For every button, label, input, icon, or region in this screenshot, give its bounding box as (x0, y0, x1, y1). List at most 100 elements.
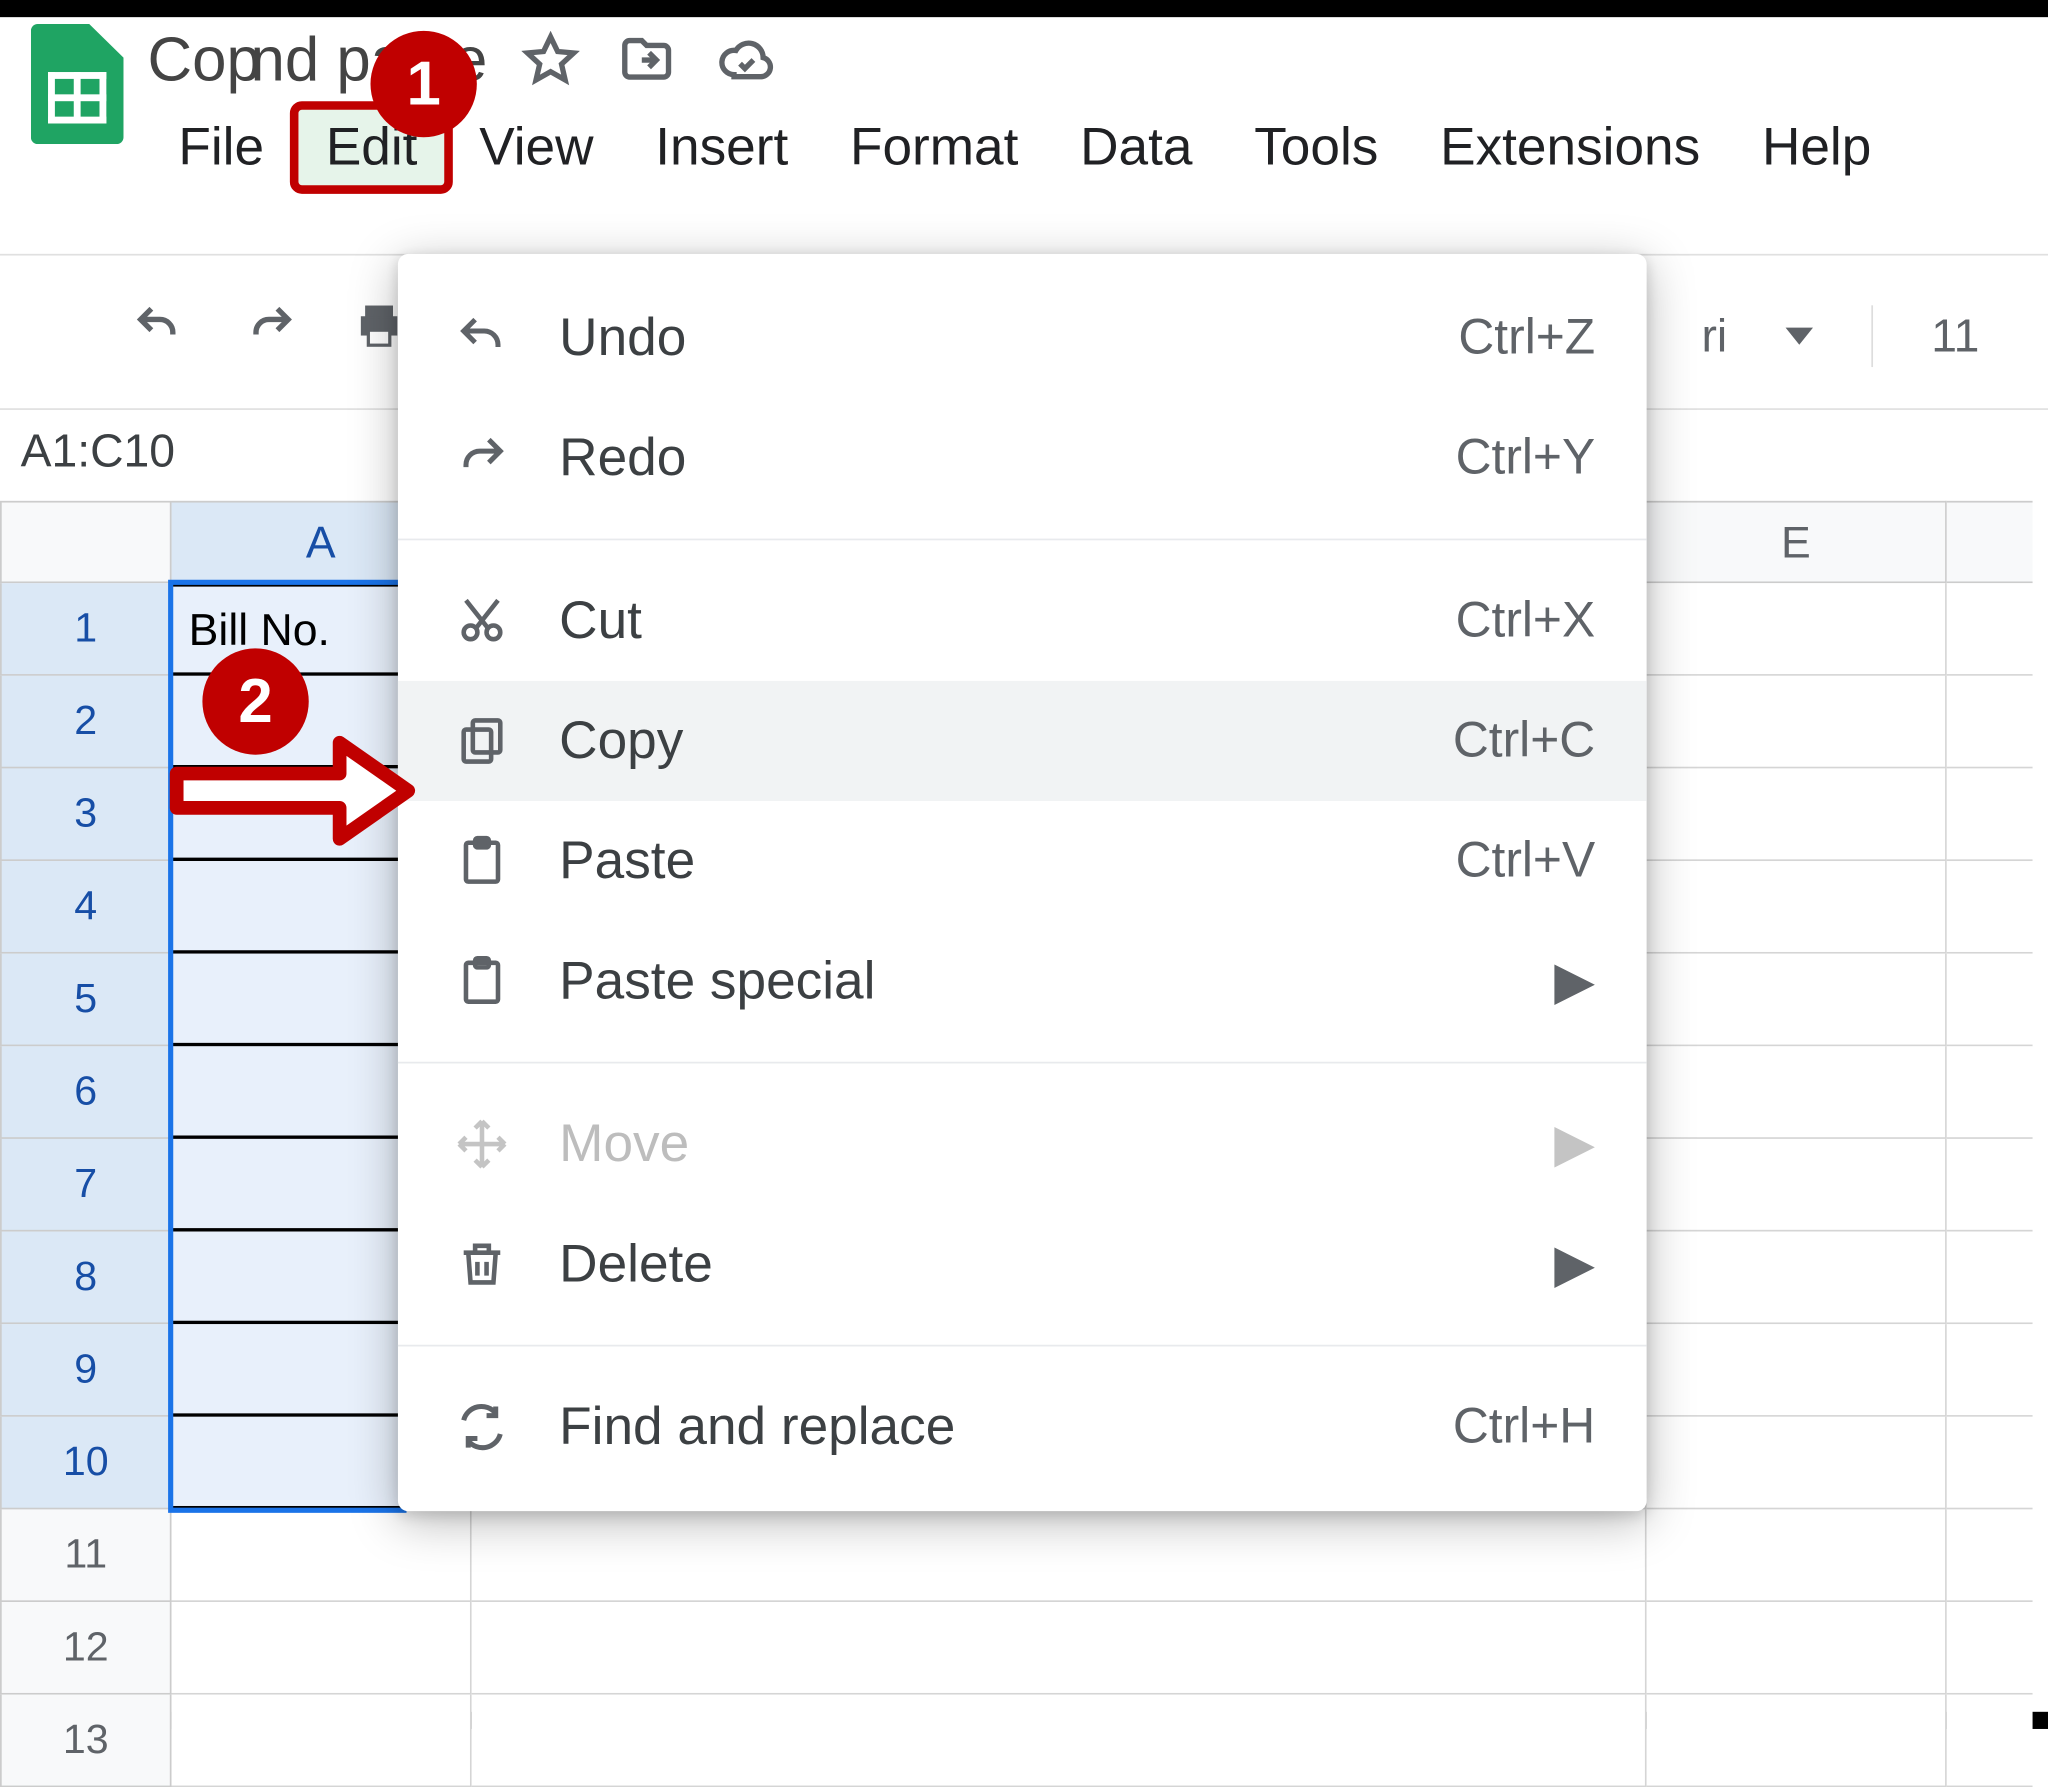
row-header[interactable]: 10 (0, 1417, 172, 1510)
cell[interactable] (1947, 1324, 2033, 1417)
menu-item-label: Move (559, 1113, 1510, 1175)
name-box-input[interactable]: A1:C10 (21, 425, 175, 478)
font-name-fragment[interactable]: ri (1701, 310, 1727, 363)
row-header[interactable]: 4 (0, 861, 172, 954)
menu-item-delete[interactable]: Delete▶ (398, 1204, 1647, 1324)
cut-icon (449, 588, 514, 653)
paste-icon (449, 828, 514, 893)
cell[interactable] (172, 1602, 472, 1695)
menu-item-label: Find and replace (559, 1396, 1408, 1458)
shortcut-label: Ctrl+C (1453, 713, 1595, 770)
row-header[interactable]: 7 (0, 1139, 172, 1232)
row-header[interactable]: 9 (0, 1324, 172, 1417)
callout-2: 2 (202, 648, 308, 754)
annotation-arrow-icon (168, 731, 425, 851)
redo-icon (449, 425, 514, 490)
cell[interactable] (1647, 1695, 1947, 1787)
sheets-logo-icon (31, 24, 124, 144)
cell[interactable] (1647, 1509, 1947, 1602)
cell[interactable] (1647, 1602, 1947, 1695)
shortcut-label: Ctrl+X (1456, 593, 1596, 650)
cell[interactable] (1947, 1232, 2033, 1325)
cell[interactable] (1947, 1509, 2033, 1602)
cell[interactable] (472, 1695, 1647, 1787)
menu-item-copy[interactable]: CopyCtrl+C (398, 681, 1647, 801)
menu-data[interactable]: Data (1049, 106, 1223, 188)
menu-item-find-and-replace[interactable]: Find and replace Ctrl+H (398, 1367, 1647, 1487)
cell[interactable] (472, 1602, 1647, 1695)
menu-insert[interactable]: Insert (624, 106, 819, 188)
document-title-prefix[interactable]: Cop (148, 24, 261, 96)
row-header[interactable]: 8 (0, 1232, 172, 1325)
row-header[interactable]: 5 (0, 954, 172, 1047)
cell[interactable] (1947, 1602, 2033, 1695)
row-header[interactable]: 2 (0, 676, 172, 769)
callout-1: 1 (370, 31, 476, 137)
menu-item-redo[interactable]: RedoCtrl+Y (398, 398, 1647, 518)
shortcut-label: Ctrl+Y (1456, 430, 1596, 487)
undo-icon (449, 305, 514, 370)
cell[interactable] (1647, 676, 1947, 769)
menu-tools[interactable]: Tools (1223, 106, 1409, 188)
menu-extensions[interactable]: Extensions (1409, 106, 1731, 188)
cell[interactable] (1947, 861, 2033, 954)
copy-icon (449, 708, 514, 773)
cell[interactable] (1947, 1417, 2033, 1510)
move-icon (449, 1111, 514, 1176)
cell[interactable] (1947, 583, 2033, 676)
cell[interactable] (1647, 1417, 1947, 1510)
menu-item-paste-special[interactable]: Paste special ▶ (398, 921, 1647, 1041)
cell[interactable] (1647, 583, 1947, 676)
shortcut-label: Ctrl+V (1456, 833, 1596, 890)
row-header[interactable]: 1 (0, 583, 172, 676)
chevron-down-icon[interactable] (1786, 328, 1813, 345)
cell[interactable] (1647, 768, 1947, 861)
cell[interactable] (1647, 1046, 1947, 1139)
move-to-folder-icon[interactable] (614, 31, 679, 89)
row-header[interactable]: 3 (0, 768, 172, 861)
toolbar (127, 300, 405, 351)
font-size-value[interactable]: 11 (1931, 310, 1979, 363)
cloud-saved-icon[interactable] (714, 31, 779, 89)
chevron-right-icon: ▶ (1554, 950, 1595, 1012)
menu-item-label: Paste special (559, 950, 1510, 1012)
cell[interactable] (472, 1509, 1647, 1602)
trash-icon (449, 1232, 514, 1297)
cell[interactable] (172, 1509, 472, 1602)
cell[interactable] (1647, 1139, 1947, 1232)
star-icon[interactable] (522, 31, 580, 89)
cell[interactable] (1647, 861, 1947, 954)
menu-view[interactable]: View (448, 106, 624, 188)
row-header[interactable]: 12 (0, 1602, 172, 1695)
menu-item-undo[interactable]: Undo Ctrl+Z (398, 278, 1647, 398)
cell[interactable] (1947, 1695, 2033, 1787)
chevron-right-icon: ▶ (1554, 1113, 1595, 1175)
shortcut-label: Ctrl+H (1453, 1399, 1595, 1456)
cell[interactable] (1947, 1046, 2033, 1139)
paste-icon (449, 949, 514, 1014)
undo-icon[interactable] (127, 300, 189, 351)
shortcut-label: Ctrl+Z (1458, 310, 1595, 367)
cell[interactable] (1947, 676, 2033, 769)
menu-file[interactable]: File (148, 106, 295, 188)
cell[interactable] (1647, 1232, 1947, 1325)
cell[interactable] (172, 1695, 472, 1787)
menu-item-label: Paste (559, 830, 1411, 892)
select-all-corner[interactable] (0, 501, 172, 583)
cell[interactable] (1947, 1139, 2033, 1232)
menu-item-paste[interactable]: Paste Ctrl+V (398, 801, 1647, 921)
row-header[interactable]: 13 (0, 1695, 172, 1787)
edit-menu-dropdown: UndoCtrl+ZRedoCtrl+YCutCtrl+XCopyCtrl+CP… (398, 254, 1647, 1511)
menu-item-label: Undo (559, 307, 1414, 369)
cell[interactable] (1647, 1324, 1947, 1417)
cell[interactable] (1947, 954, 2033, 1047)
redo-icon[interactable] (240, 300, 302, 351)
cell[interactable] (1647, 954, 1947, 1047)
row-header[interactable]: 11 (0, 1509, 172, 1602)
row-header[interactable]: 6 (0, 1046, 172, 1139)
cell[interactable] (1947, 768, 2033, 861)
menu-help[interactable]: Help (1731, 106, 1902, 188)
column-header-e[interactable]: E (1647, 501, 1947, 583)
menu-item-cut[interactable]: CutCtrl+X (398, 561, 1647, 681)
menu-format[interactable]: Format (819, 106, 1049, 188)
